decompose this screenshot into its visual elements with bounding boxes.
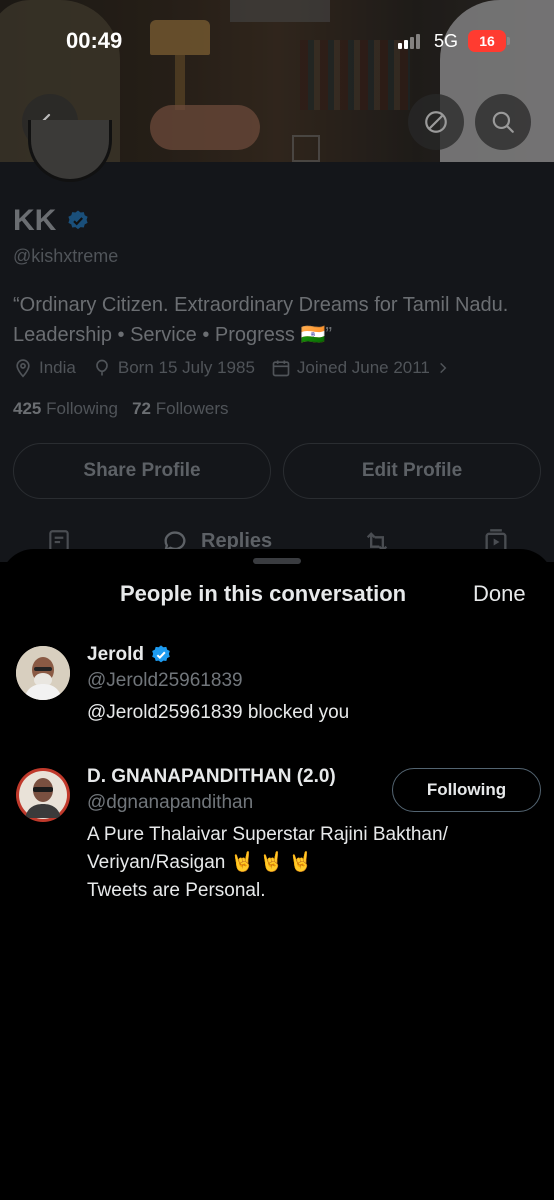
battery-indicator: 16 xyxy=(468,30,510,52)
followers-count[interactable]: 72 xyxy=(132,399,151,418)
calendar-icon xyxy=(272,360,290,377)
profile-name: KK xyxy=(13,204,90,238)
avatar[interactable] xyxy=(16,768,70,822)
verified-badge-icon xyxy=(152,645,170,663)
status-time: 00:49 xyxy=(66,28,123,53)
profile-bio: “Ordinary Citizen. Extraordinary Dreams … xyxy=(13,294,509,346)
following-count[interactable]: 425 xyxy=(13,399,41,418)
avatar[interactable] xyxy=(16,646,70,700)
profile-handle: @kishxtreme xyxy=(13,246,119,266)
following-label[interactable]: Following xyxy=(46,399,118,418)
block-button[interactable] xyxy=(408,94,464,150)
sheet-title: People in this conversation xyxy=(120,581,407,606)
person-handle: @dgnanapandithan xyxy=(87,792,254,813)
conversation-people-sheet: People in this conversation Done Jerold … xyxy=(0,549,554,1200)
person-name: D. GNANAPANDITHAN (2.0) xyxy=(87,766,336,787)
done-button[interactable]: Done xyxy=(473,581,526,607)
chevron-right-icon[interactable] xyxy=(436,361,450,375)
network-type: 5G xyxy=(434,31,459,51)
person-bio: @Jerold25961839 blocked you xyxy=(87,702,350,723)
profile-meta: India Born 15 July 1985 Joined June 2011 xyxy=(13,358,450,378)
search-icon xyxy=(492,111,514,133)
person-bio: A Pure Thalaivar Superstar Rajini Baktha… xyxy=(87,824,448,901)
location-text: India xyxy=(39,358,76,377)
signal-icon xyxy=(398,33,424,49)
status-bar: 00:49 5G 16 xyxy=(0,0,554,80)
born-text: Born 15 July 1985 xyxy=(117,358,255,377)
balloon-icon xyxy=(96,359,108,376)
following-button[interactable]: Following xyxy=(392,768,541,812)
person-handle: @Jerold25961839 xyxy=(87,670,243,691)
follow-counts: 425 Following 72 Followers xyxy=(13,399,229,419)
search-button[interactable] xyxy=(475,94,531,150)
edit-profile-button[interactable]: Edit Profile xyxy=(283,443,541,499)
sheet-grabber[interactable] xyxy=(253,558,301,564)
person-name: Jerold xyxy=(87,644,172,666)
verified-badge-icon xyxy=(68,210,88,230)
followers-label[interactable]: Followers xyxy=(156,399,229,418)
location-pin-icon xyxy=(16,359,30,378)
joined-text: Joined June 2011 xyxy=(296,358,430,377)
share-profile-button[interactable]: Share Profile xyxy=(13,443,271,499)
block-icon xyxy=(425,111,447,133)
